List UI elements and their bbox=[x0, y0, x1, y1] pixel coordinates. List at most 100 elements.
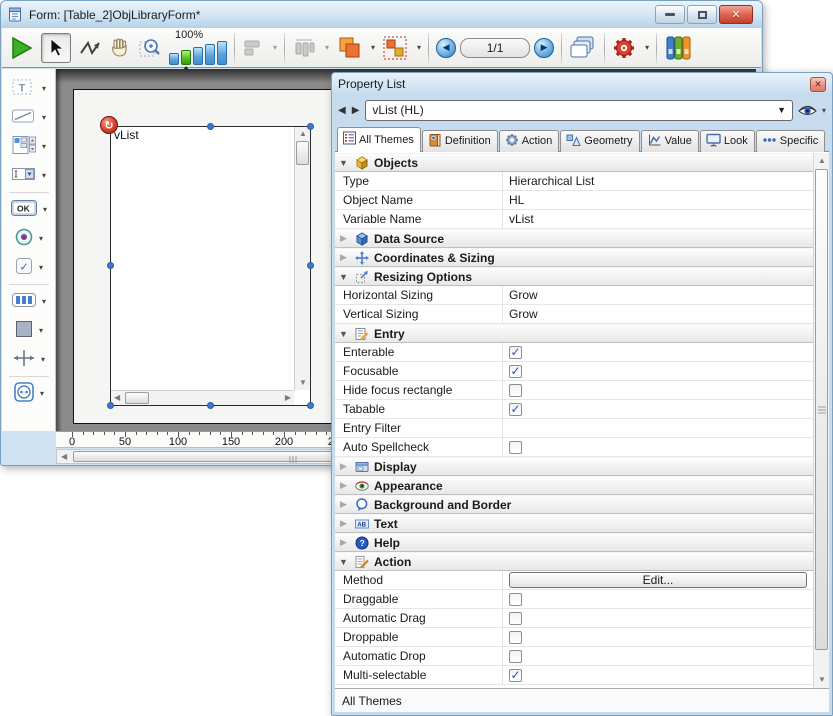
radio-button-tool[interactable]: ▾ bbox=[14, 224, 43, 253]
execute-form-button[interactable] bbox=[8, 35, 34, 61]
previous-page-button[interactable]: ◀ bbox=[436, 38, 456, 58]
rectangle-tool-dropdown-arrow[interactable]: ▾ bbox=[39, 326, 43, 335]
zoom-800-button[interactable] bbox=[217, 41, 227, 65]
property-value[interactable]: Grow bbox=[503, 305, 813, 323]
view-options-eye-icon[interactable] bbox=[798, 103, 818, 118]
list-box-tool[interactable]: ▾ bbox=[11, 132, 46, 161]
zoom-100-button[interactable] bbox=[181, 50, 191, 65]
minimize-button[interactable] bbox=[655, 5, 685, 24]
selection-handle-bottom-right[interactable] bbox=[307, 402, 314, 409]
check-box-tool-dropdown-arrow[interactable]: ▾ bbox=[39, 263, 43, 272]
static-text-tool-dropdown-arrow[interactable]: ▾ bbox=[42, 84, 46, 93]
enterable-checkbox[interactable]: ✓ bbox=[509, 346, 522, 359]
section-objects[interactable]: ▼Objects bbox=[335, 153, 813, 172]
gear-dropdown-arrow[interactable]: ▾ bbox=[645, 43, 649, 52]
library-button[interactable] bbox=[664, 35, 694, 61]
automatic-drop-checkbox[interactable] bbox=[509, 650, 522, 663]
selection-handle-mid-right[interactable] bbox=[307, 262, 314, 269]
tab-action[interactable]: Action bbox=[499, 130, 560, 152]
plugin-area-tool[interactable]: ▾ bbox=[13, 379, 44, 408]
eye-dropdown-arrow[interactable]: ▾ bbox=[822, 106, 826, 115]
close-button[interactable]: ✕ bbox=[719, 5, 753, 24]
property-list-titlebar[interactable]: Property List ✕ bbox=[332, 73, 832, 95]
scroll-up-icon[interactable]: ▲ bbox=[299, 130, 307, 138]
rectangle-tool[interactable]: ▾ bbox=[14, 316, 43, 345]
selection-handle-bottom-mid[interactable] bbox=[207, 402, 214, 409]
check-box-tool[interactable]: ✓▾ bbox=[14, 253, 43, 282]
scrollbar-thumb[interactable] bbox=[815, 169, 828, 650]
scroll-down-icon[interactable]: ▼ bbox=[299, 379, 307, 387]
list-box-tool-dropdown-arrow[interactable]: ▾ bbox=[42, 142, 46, 151]
move-hand-tool-button[interactable] bbox=[109, 37, 131, 59]
scrollbar-thumb[interactable] bbox=[296, 141, 309, 165]
tab-definition[interactable]: Definition bbox=[422, 130, 498, 152]
object-horizontal-scrollbar[interactable]: ◀ ▶ bbox=[111, 390, 294, 405]
scroll-left-icon[interactable]: ◀ bbox=[61, 453, 67, 461]
tab-look[interactable]: Look bbox=[700, 130, 755, 152]
zoom-tool-button[interactable] bbox=[138, 36, 162, 60]
display-pages-button[interactable] bbox=[569, 35, 597, 61]
scroll-right-icon[interactable]: ▶ bbox=[285, 394, 291, 402]
property-value[interactable]: Hierarchical List bbox=[503, 172, 813, 190]
maximize-button[interactable] bbox=[687, 5, 717, 24]
property-value[interactable]: HL bbox=[503, 191, 813, 209]
next-page-button[interactable]: ▶ bbox=[534, 38, 554, 58]
entry-order-tool-button[interactable] bbox=[78, 38, 102, 58]
gear-menu-button[interactable] bbox=[612, 36, 636, 60]
section-appearance[interactable]: ▶Appearance bbox=[335, 476, 813, 495]
section-entry[interactable]: ▼Entry bbox=[335, 324, 813, 343]
selection-handle-bottom-left[interactable] bbox=[107, 402, 114, 409]
level-button[interactable] bbox=[336, 35, 362, 61]
line-tool[interactable]: ▾ bbox=[11, 103, 46, 132]
titlebar[interactable]: Form: [Table_2]ObjLibraryForm* ✕ bbox=[1, 1, 762, 28]
section-display[interactable]: ▶Display bbox=[335, 457, 813, 476]
method-edit-button[interactable]: Edit... bbox=[509, 572, 807, 588]
property-value[interactable] bbox=[503, 419, 813, 437]
combo-box-tool[interactable]: ▾ bbox=[11, 161, 46, 190]
property-value[interactable]: Grow bbox=[503, 286, 813, 304]
scroll-left-icon[interactable]: ◀ bbox=[114, 394, 120, 402]
splitter-tool-dropdown-arrow[interactable]: ▾ bbox=[41, 355, 45, 364]
zoom-50-button[interactable] bbox=[169, 53, 179, 65]
object-vertical-scrollbar[interactable]: ▲ ▼ bbox=[294, 127, 310, 390]
automatic-drag-checkbox[interactable] bbox=[509, 612, 522, 625]
radio-button-tool-dropdown-arrow[interactable]: ▾ bbox=[39, 234, 43, 243]
scroll-up-icon[interactable]: ▲ bbox=[818, 157, 826, 165]
section-background-and-border[interactable]: ▶Background and Border bbox=[335, 495, 813, 514]
hierarchical-list-object[interactable]: vList ▲ ▼ ◀ ▶ bbox=[110, 126, 311, 406]
section-resizing-options[interactable]: ▼Resizing Options bbox=[335, 267, 813, 286]
previous-object-button[interactable]: ◀ bbox=[338, 105, 347, 116]
splitter-tool[interactable]: ▾ bbox=[12, 345, 45, 374]
tab-all-themes[interactable]: All Themes bbox=[337, 127, 421, 152]
property-list-scrollbar[interactable]: ▲ ▼ bbox=[813, 153, 829, 688]
object-selector-combobox[interactable]: vList (HL) ▼ bbox=[365, 100, 793, 121]
line-tool-dropdown-arrow[interactable]: ▾ bbox=[42, 113, 46, 122]
select-tool-button[interactable] bbox=[41, 33, 71, 63]
selection-handle-top-right[interactable] bbox=[307, 123, 314, 130]
property-value[interactable]: vList bbox=[503, 210, 813, 228]
droppable-checkbox[interactable] bbox=[509, 631, 522, 644]
push-button-tool-dropdown-arrow[interactable]: ▾ bbox=[43, 205, 47, 214]
tab-specific[interactable]: Specific bbox=[756, 130, 826, 152]
property-list-close-button[interactable]: ✕ bbox=[810, 77, 826, 92]
combo-box-tool-dropdown-arrow[interactable]: ▾ bbox=[42, 171, 46, 180]
next-object-button[interactable]: ▶ bbox=[352, 105, 361, 116]
multi-selectable-checkbox[interactable]: ✓ bbox=[509, 669, 522, 682]
section-action[interactable]: ▼Action bbox=[335, 552, 813, 571]
group-button[interactable] bbox=[382, 35, 408, 61]
section-data-source[interactable]: ▶Data Source bbox=[335, 229, 813, 248]
level-dropdown-arrow[interactable]: ▾ bbox=[371, 43, 375, 52]
push-button-tool[interactable]: OK▾ bbox=[10, 195, 47, 224]
tab-geometry[interactable]: Geometry bbox=[560, 130, 639, 152]
group-dropdown-arrow[interactable]: ▾ bbox=[417, 43, 421, 52]
button-grid-tool-dropdown-arrow[interactable]: ▾ bbox=[42, 297, 46, 306]
static-text-tool[interactable]: T▾ bbox=[11, 74, 46, 103]
section-help[interactable]: ▶?Help bbox=[335, 533, 813, 552]
selection-handle-top-mid[interactable] bbox=[207, 123, 214, 130]
section-text[interactable]: ▶ABText bbox=[335, 514, 813, 533]
scroll-down-icon[interactable]: ▼ bbox=[818, 676, 826, 684]
button-grid-tool[interactable]: ▾ bbox=[11, 287, 46, 316]
hide-focus-rectangle-checkbox[interactable] bbox=[509, 384, 522, 397]
focusable-checkbox[interactable]: ✓ bbox=[509, 365, 522, 378]
draggable-checkbox[interactable] bbox=[509, 593, 522, 606]
